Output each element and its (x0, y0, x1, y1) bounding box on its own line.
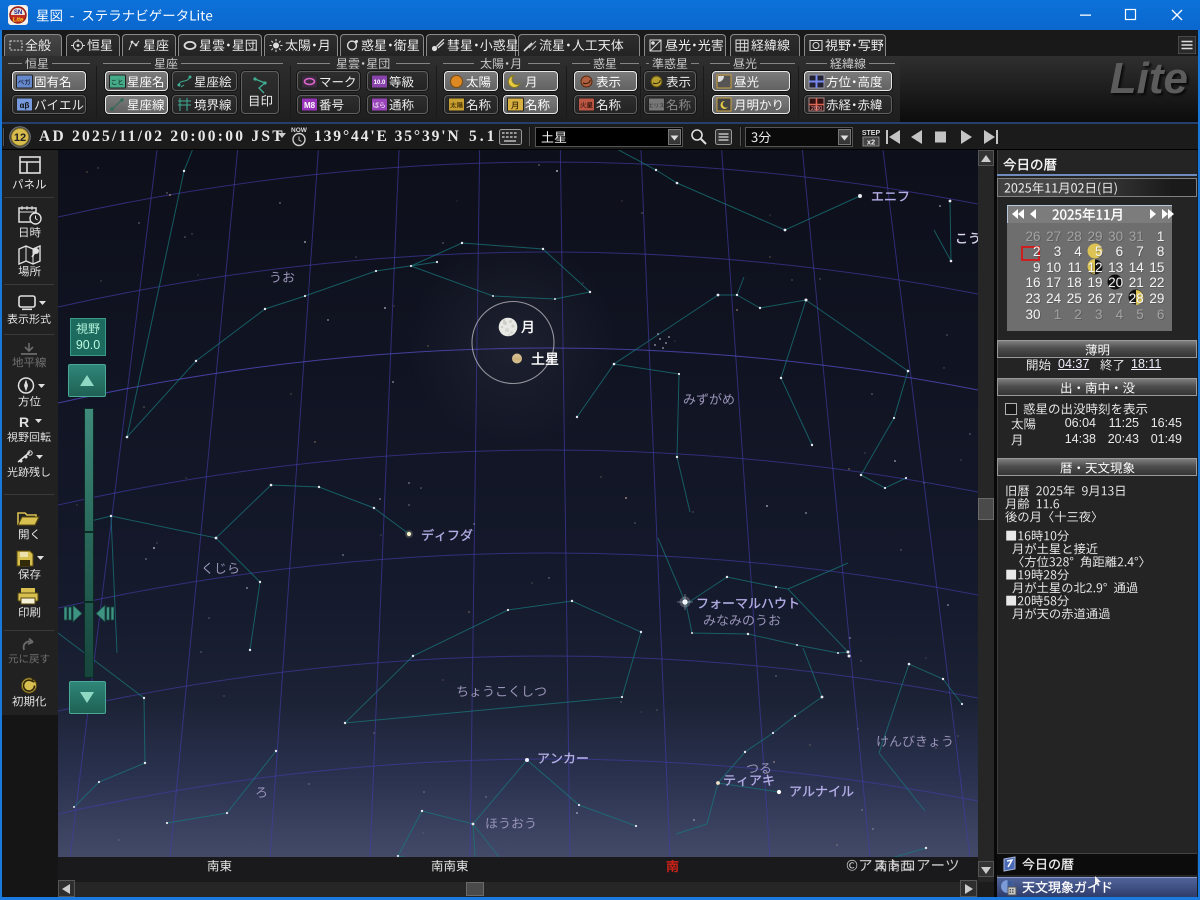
svg-text:STEP: STEP (862, 130, 881, 137)
svg-text:10.0: 10.0 (374, 80, 386, 86)
svg-text:SN: SN (14, 10, 22, 16)
svg-text:R: R (19, 414, 29, 429)
svg-text:M8: M8 (304, 101, 316, 110)
svg-text:Lite: Lite (13, 18, 24, 24)
svg-text:αβ: αβ (20, 101, 30, 110)
svg-text:12: 12 (14, 132, 26, 144)
svg-text:2000: 2000 (811, 106, 822, 112)
svg-text:x2: x2 (867, 138, 875, 147)
